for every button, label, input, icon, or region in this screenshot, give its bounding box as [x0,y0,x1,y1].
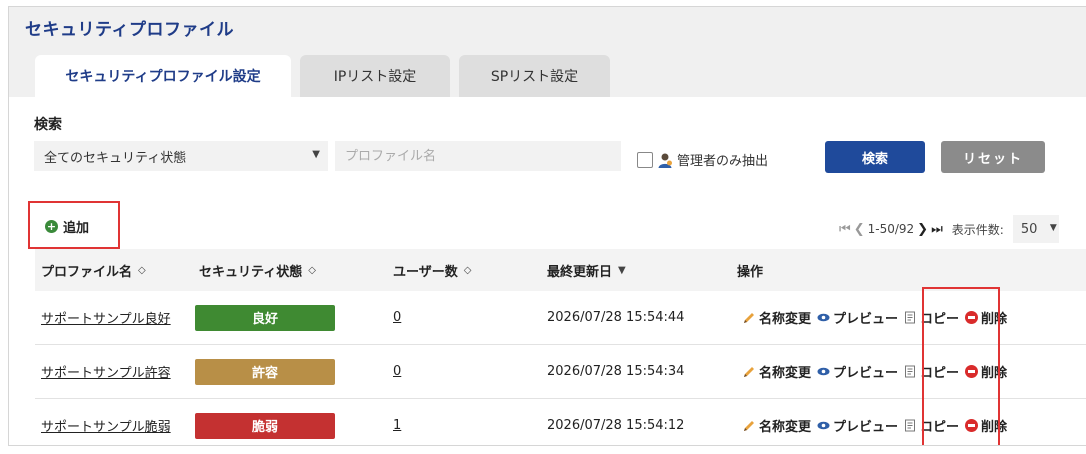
pager-range: 1-50/92 [867,222,915,236]
pagination: ⏮ ❮ 1-50/92 ❯ ⏭ 表示件数: 50 ▼ [839,215,1059,243]
admin-user-icon [658,153,672,168]
plus-circle-icon: + [45,220,58,233]
copy-label: コピー [920,420,960,435]
main-frame: セキュリティプロファイル セキュリティプロファイル設定 IPリスト設定 SPリス… [8,6,1086,446]
status-badge: 許容 [195,358,335,385]
profile-name-link[interactable]: サポートサンプル良好 [41,308,171,327]
sort-icon: ◇ [463,264,472,276]
header-security-status[interactable]: セキュリティ状態 ◇ [199,249,316,291]
table-row: サポートサンプル脆弱 脆弱 1 2026/07/28 15:54:12 名称変更… [35,399,1086,445]
first-page-icon[interactable]: ⏮ [839,222,851,237]
user-count-link[interactable]: 1 [393,418,401,433]
preview-button[interactable]: プレビュー [817,362,898,381]
header-last-updated[interactable]: 最終更新日 ▼ [547,249,626,291]
rename-label: 名称変更 [759,366,812,381]
delete-icon [965,311,979,324]
sort-icon: ◇ [308,264,316,276]
last-page-icon[interactable]: ⏭ [931,222,943,237]
next-page-icon[interactable]: ❯ [917,222,928,237]
delete-icon [965,419,979,432]
search-section-label: 検索 [34,117,62,133]
add-profile-button[interactable]: + 追加 [45,217,89,236]
header-profile-name[interactable]: プロファイル名 ◇ [41,249,146,291]
page-title: セキュリティプロファイル [25,20,234,40]
eye-icon [817,313,830,322]
header-last-updated-label: 最終更新日 [547,264,613,280]
user-count-link[interactable]: 0 [393,364,401,379]
profile-name-link[interactable]: サポートサンプル許容 [41,362,171,381]
pencil-icon [744,367,754,377]
delete-label: 削除 [981,420,1008,435]
admin-only-filter[interactable]: 管理者のみ抽出 [637,150,768,169]
pencil-icon [744,421,754,431]
security-status-select[interactable]: 全てのセキュリティ状態 ▼ [34,141,328,171]
preview-label: プレビュー [833,312,899,327]
preview-button[interactable]: プレビュー [817,308,898,327]
tab-ip-list-settings[interactable]: IPリスト設定 [300,55,450,97]
table-row: サポートサンプル良好 良好 0 2026/07/28 15:54:44 名称変更… [35,291,1086,345]
copy-button[interactable]: コピー [904,308,959,327]
rename-button[interactable]: 名称変更 [743,416,811,435]
delete-icon [965,365,979,378]
eye-icon [817,421,830,430]
rename-button[interactable]: 名称変更 [743,308,811,327]
tab-sp-list-settings[interactable]: SPリスト設定 [459,55,610,97]
profile-name-input[interactable] [335,141,621,171]
preview-button[interactable]: プレビュー [817,416,898,435]
rename-button[interactable]: 名称変更 [743,362,811,381]
delete-label: 削除 [981,312,1008,327]
delete-button[interactable]: 削除 [965,416,1007,435]
header-security-status-label: セキュリティ状態 [199,264,303,280]
user-count-link[interactable]: 0 [393,310,401,325]
last-updated: 2026/07/28 15:54:12 [547,418,685,433]
dropdown-arrow-icon: ▼ [312,149,320,160]
add-profile-label: 追加 [63,221,90,236]
sort-icon: ◇ [138,264,146,276]
status-badge: 脆弱 [195,412,335,439]
copy-icon [905,365,916,378]
sort-desc-icon: ▼ [618,264,626,276]
tab-bar: セキュリティプロファイル設定 IPリスト設定 SPリスト設定 [35,55,610,97]
preview-label: プレビュー [833,420,899,435]
rename-label: 名称変更 [759,420,812,435]
header-user-count[interactable]: ユーザー数 ◇ [393,249,471,291]
table-header: プロファイル名 ◇ セキュリティ状態 ◇ ユーザー数 ◇ 最終更新日 ▼ 操作 [35,249,1086,291]
admin-only-label: 管理者のみ抽出 [677,154,769,169]
delete-button[interactable]: 削除 [965,308,1007,327]
copy-label: コピー [920,366,960,381]
copy-button[interactable]: コピー [904,362,959,381]
reset-button[interactable]: リセット [941,141,1045,173]
last-updated: 2026/07/28 15:54:44 [547,310,685,325]
delete-button[interactable]: 削除 [965,362,1007,381]
tab-security-profile-settings[interactable]: セキュリティプロファイル設定 [35,55,291,97]
delete-label: 削除 [981,366,1008,381]
admin-only-checkbox[interactable] [637,151,653,168]
profile-name-link[interactable]: サポートサンプル脆弱 [41,416,171,435]
rename-label: 名称変更 [759,312,812,327]
copy-icon [905,419,916,432]
copy-icon [905,311,916,324]
header-profile-name-label: プロファイル名 [41,264,133,280]
dropdown-arrow-icon: ▼ [1049,223,1057,233]
per-page-select[interactable]: 50 ▼ [1012,215,1059,243]
last-updated: 2026/07/28 15:54:34 [547,364,685,379]
content-panel: 検索 全てのセキュリティ状態 ▼ 管理者のみ抽出 検索 リセット + 追加 ⏮ … [9,97,1086,445]
preview-label: プレビュー [833,366,899,381]
header-actions: 操作 [737,264,764,280]
security-status-select-value: 全てのセキュリティ状態 [44,150,187,166]
copy-button[interactable]: コピー [904,416,959,435]
search-button[interactable]: 検索 [825,141,925,173]
per-page-value: 50 [1020,221,1038,237]
table-row: サポートサンプル許容 許容 0 2026/07/28 15:54:34 名称変更… [35,345,1086,399]
status-badge: 良好 [195,304,335,331]
eye-icon [817,367,830,376]
header-user-count-label: ユーザー数 [393,264,458,280]
prev-page-icon[interactable]: ❮ [854,222,865,237]
per-page-label: 表示件数: [951,222,1004,237]
pencil-icon [744,313,754,323]
copy-label: コピー [920,312,960,327]
